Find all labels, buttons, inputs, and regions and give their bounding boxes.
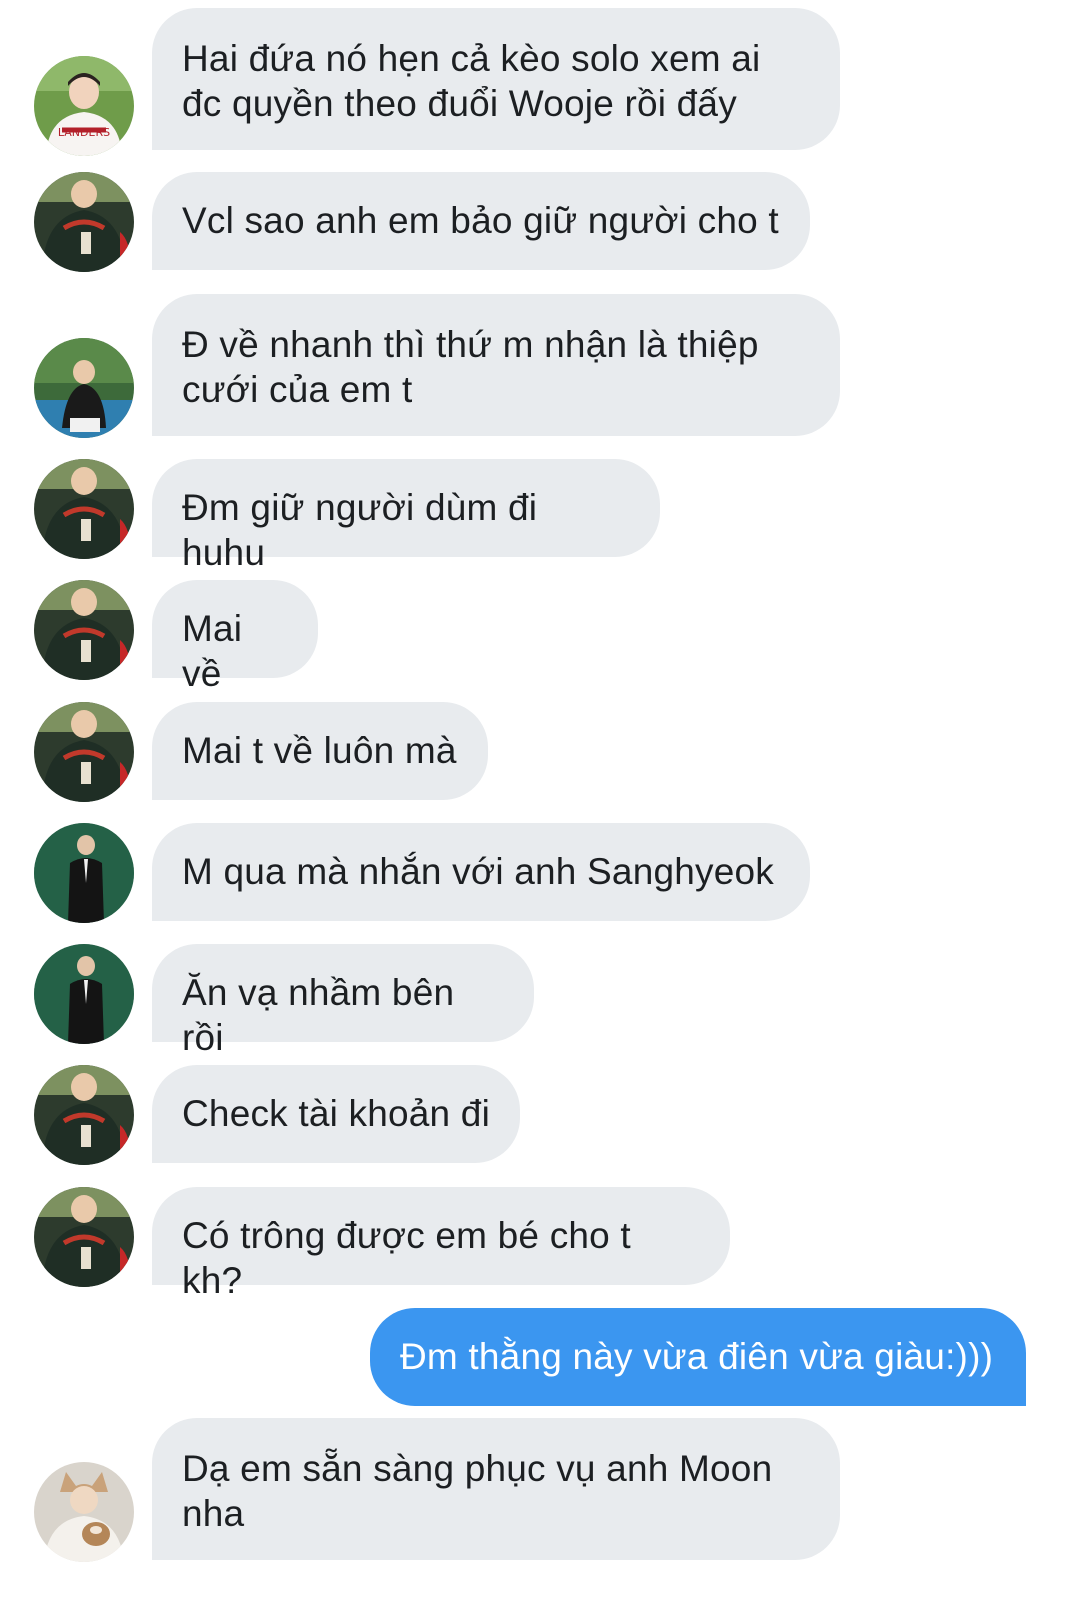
avatar-green-jacket-image: [34, 702, 134, 802]
message-bubble-received[interactable]: Mai t về luôn mà: [152, 702, 488, 800]
message-row: LANDERS Hai đứa nó hẹn cả kèo solo xem a…: [0, 8, 1080, 156]
avatar-green-jacket-image: [34, 1187, 134, 1287]
message-bubble-received[interactable]: Mai về: [152, 580, 318, 694]
avatar-black-suit[interactable]: [34, 944, 134, 1044]
message-bubble-received[interactable]: Ăn vạ nhầm bên rồi: [152, 944, 534, 1058]
message-row: Check tài khoản đi: [0, 1065, 1080, 1165]
avatar-black-suit-image: [34, 944, 134, 1044]
avatar-baseball-jersey-image: LANDERS: [34, 56, 134, 156]
message-thread: LANDERS Hai đứa nó hẹn cả kèo solo xem a…: [0, 0, 1080, 1601]
avatar-green-jacket-image: [34, 172, 134, 272]
message-row: Mai về: [0, 580, 1080, 694]
avatar-green-jacket[interactable]: [34, 172, 134, 272]
message-bubble-received[interactable]: M qua mà nhắn với anh Sanghyeok: [152, 823, 810, 921]
message-row: Mai t về luôn mà: [0, 702, 1080, 802]
message-row: Vcl sao anh em bảo giữ người cho t: [0, 172, 1080, 272]
avatar-black-suit[interactable]: [34, 823, 134, 923]
avatar-green-jacket[interactable]: [34, 1187, 134, 1287]
svg-text:LANDERS: LANDERS: [58, 126, 110, 139]
message-row: M qua mà nhắn với anh Sanghyeok: [0, 823, 1080, 923]
message-row: Đm giữ người dùm đi huhu: [0, 459, 1080, 573]
avatar-green-jacket-image: [34, 580, 134, 680]
avatar-cat-hat[interactable]: [34, 1462, 134, 1562]
avatar-green-jacket[interactable]: [34, 459, 134, 559]
avatar-black-suit-image: [34, 823, 134, 923]
message-bubble-sent[interactable]: Đm thằng này vừa điên vừa giàu:))): [370, 1308, 1026, 1406]
avatar-green-jacket[interactable]: [34, 702, 134, 802]
message-row: Ăn vạ nhầm bên rồi: [0, 944, 1080, 1058]
avatar-green-jacket-image: [34, 459, 134, 559]
avatar-baseball-jersey[interactable]: LANDERS: [34, 56, 134, 156]
avatar-outdoor-crouch-image: [34, 338, 134, 438]
message-bubble-received[interactable]: Đm giữ người dùm đi huhu: [152, 459, 660, 573]
avatar-green-jacket[interactable]: [34, 1065, 134, 1165]
message-bubble-received[interactable]: Đ về nhanh thì thứ m nhận là thiệp cưới …: [152, 294, 840, 436]
avatar-cat-hat-image: [34, 1462, 134, 1562]
avatar-outdoor-crouch[interactable]: [34, 338, 134, 438]
avatar-green-jacket-image: [34, 1065, 134, 1165]
message-bubble-received[interactable]: Hai đứa nó hẹn cả kèo solo xem ai đc quy…: [152, 8, 840, 150]
message-bubble-received[interactable]: Check tài khoản đi: [152, 1065, 520, 1163]
message-row: Đ về nhanh thì thứ m nhận là thiệp cưới …: [0, 294, 1080, 438]
avatar-green-jacket[interactable]: [34, 580, 134, 680]
message-bubble-received[interactable]: Dạ em sẵn sàng phục vụ anh Moon nha: [152, 1418, 840, 1560]
message-bubble-received[interactable]: Vcl sao anh em bảo giữ người cho t: [152, 172, 810, 270]
message-bubble-received[interactable]: Có trông được em bé cho t kh?: [152, 1187, 730, 1301]
message-row: Đm thằng này vừa điên vừa giàu:))): [0, 1308, 1080, 1406]
message-row: Có trông được em bé cho t kh?: [0, 1187, 1080, 1301]
message-row: Dạ em sẵn sàng phục vụ anh Moon nha: [0, 1418, 1080, 1562]
